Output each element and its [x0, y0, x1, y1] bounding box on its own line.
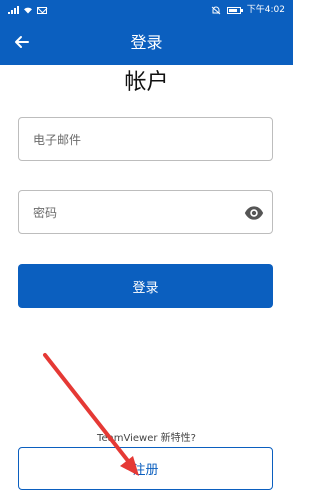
- register-button[interactable]: 注册: [18, 447, 273, 490]
- password-field[interactable]: [18, 190, 273, 235]
- app-bar-title: 登录: [130, 33, 163, 52]
- page-title: 帐户: [124, 70, 169, 95]
- signal-icon: [8, 6, 19, 14]
- status-left-icons: [8, 0, 47, 20]
- bell-muted-icon: [211, 6, 221, 14]
- status-time: 下午4:02: [246, 5, 285, 15]
- app-bar: 登录: [0, 20, 293, 65]
- eye-icon[interactable]: [244, 203, 264, 223]
- email-field[interactable]: [18, 117, 273, 162]
- status-bar: 下午4:02: [0, 0, 293, 20]
- whats-new-link[interactable]: TeamViewer 新特性?: [0, 429, 293, 444]
- wifi-icon: [24, 7, 32, 14]
- battery-icon: [226, 6, 243, 14]
- mail-icon: [37, 6, 47, 14]
- password-input[interactable]: [31, 191, 245, 235]
- login-button[interactable]: 登录: [18, 264, 273, 308]
- email-input[interactable]: [31, 118, 245, 162]
- status-right-icons: 下午4:02: [211, 0, 285, 20]
- screen: 下午4:02 登录 帐户 登录 TeamViewer 新特性? 注册: [0, 0, 293, 500]
